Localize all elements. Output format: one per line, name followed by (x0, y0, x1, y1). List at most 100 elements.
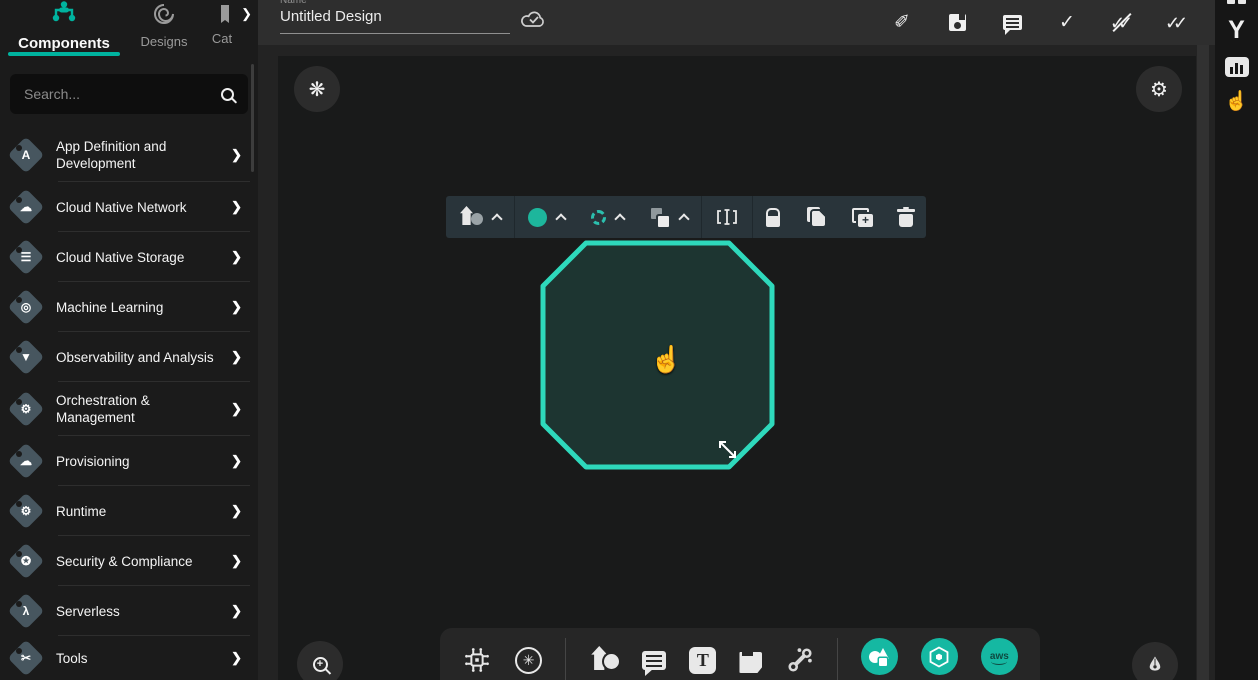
remove-done-button[interactable]: ✓✓ (1110, 11, 1134, 35)
category-cloud-native-network[interactable]: ☁ Cloud Native Network ❯ (0, 182, 258, 232)
comment-icon (1003, 15, 1022, 30)
tab-designs-label: Designs (141, 34, 188, 49)
designs-icon (152, 2, 176, 31)
rename-icon (715, 208, 739, 226)
chevron-right-icon: ❯ (231, 401, 242, 417)
category-runtime[interactable]: ⚙ Runtime ❯ (0, 486, 258, 536)
stroke-style-dropdown[interactable] (578, 196, 637, 238)
edge-tool-button[interactable] (786, 638, 814, 680)
shapes-button[interactable] (589, 638, 619, 680)
touch-interaction-icon[interactable]: ☝ (1225, 89, 1249, 113)
category-orchestration[interactable]: ⚙ Orchestration & Management ❯ (0, 382, 258, 436)
category-provisioning[interactable]: ☁ Provisioning ❯ (0, 436, 258, 486)
sticky-note-icon (739, 652, 762, 673)
lock-button[interactable] (753, 196, 793, 238)
category-observability[interactable]: ▼ Observability and Analysis ❯ (0, 332, 258, 382)
validate-button[interactable]: ✓ (1055, 11, 1079, 35)
category-security[interactable]: ✪ Security & Compliance ❯ (0, 536, 258, 586)
text-tool-button[interactable]: T (689, 638, 716, 680)
category-machine-learning[interactable]: ◎ Machine Learning ❯ (0, 282, 258, 332)
design-actions: ✐ ✓ ✓✓ ✓✓ (890, 0, 1189, 45)
category-serverless[interactable]: λ Serverless ❯ (0, 586, 258, 636)
canvas-settings-button[interactable]: ⚙ (1136, 66, 1182, 112)
arrange-dropdown[interactable] (637, 196, 701, 238)
category-cloud-native-storage[interactable]: ☰ Cloud Native Storage ❯ (0, 232, 258, 282)
chevron-right-icon: ❯ (231, 199, 242, 215)
shape-picker-dropdown[interactable] (446, 196, 514, 238)
tabs-scroll-right-icon[interactable]: ❯ (241, 6, 252, 22)
done-all-icon: ✓✓ (1165, 13, 1189, 33)
dock-divider (837, 638, 838, 680)
hexagon-models-button[interactable] (921, 638, 958, 675)
runtime-tag-icon: ⚙ (8, 493, 44, 529)
comment-button[interactable] (1000, 11, 1024, 35)
comment-tool-button[interactable] (642, 638, 666, 680)
resize-handle[interactable] (716, 438, 740, 467)
trash-icon (899, 214, 913, 227)
note-tool-button[interactable] (739, 638, 762, 680)
search-icon[interactable] (221, 88, 234, 101)
component-node-button[interactable] (462, 638, 492, 680)
aws-button[interactable]: aws (981, 638, 1018, 675)
category-tools[interactable]: ✂ Tools ❯ (0, 636, 258, 680)
pen-tool-button[interactable] (1132, 642, 1178, 680)
rename-button[interactable] (702, 196, 752, 238)
vertical-scrollbar[interactable] (1197, 45, 1209, 680)
tab-catalog-label: Cat (212, 31, 232, 46)
kubernetes-button[interactable]: ✳ (515, 638, 542, 680)
category-label: Observability and Analysis (56, 349, 231, 366)
pen-nib-icon (1145, 655, 1165, 675)
tab-catalog[interactable]: Cat (200, 0, 244, 46)
category-label: Provisioning (56, 453, 231, 470)
lock-icon (766, 216, 780, 227)
copy-icon (806, 207, 826, 227)
merge-y-icon[interactable]: Y (1228, 16, 1245, 45)
tab-components-label: Components (18, 35, 110, 52)
dock-divider (565, 638, 566, 680)
remove-done-icon: ✓✓ (1110, 13, 1134, 33)
sidebar-scrollbar[interactable] (251, 64, 254, 172)
duplicate-button[interactable]: + (839, 196, 886, 238)
snowflake-icon: ❋ (309, 77, 326, 102)
chevron-right-icon: ❯ (231, 299, 242, 315)
design-canvas[interactable]: ❋ ⚙ ☝ (278, 56, 1196, 680)
gear-icon: ⚙ (1150, 77, 1168, 102)
duplicate-plus-icon: + (852, 208, 873, 227)
category-list: A App Definition and Development ❯ ☁ Clo… (0, 128, 258, 680)
done-all-button[interactable]: ✓✓ (1165, 11, 1189, 35)
component-search (10, 74, 248, 114)
chevron-up-icon (678, 213, 689, 224)
right-toolbar: Y ☝ (1215, 0, 1258, 680)
freeze-layout-button[interactable]: ❋ (294, 66, 340, 112)
chevron-right-icon: ❯ (231, 453, 242, 469)
delete-button[interactable] (886, 196, 926, 238)
tab-designs[interactable]: Designs (128, 0, 200, 49)
chevron-right-icon: ❯ (231, 249, 242, 265)
tab-components[interactable]: Components (0, 0, 128, 52)
chart-panel-icon[interactable] (1225, 57, 1249, 77)
meshery-shapes-icon (869, 648, 889, 666)
components-icon (49, 0, 79, 29)
category-label: Orchestration & Management (56, 392, 231, 426)
edit-button[interactable]: ✐ (890, 11, 914, 35)
kubernetes-icon: ✳ (515, 647, 542, 674)
meshery-shapes-button[interactable] (861, 638, 898, 675)
copy-button[interactable] (793, 196, 839, 238)
save-icon (949, 14, 966, 31)
aws-smile-arc (991, 658, 1007, 665)
category-label: Cloud Native Storage (56, 249, 231, 266)
app-definition-tag-icon: A (8, 137, 44, 173)
zoom-in-button[interactable]: + (297, 641, 343, 680)
dashboard-icon[interactable] (1227, 0, 1246, 4)
network-tag-icon: ☁ (8, 189, 44, 225)
design-name-input[interactable] (280, 8, 510, 34)
category-app-definition[interactable]: A App Definition and Development ❯ (0, 128, 258, 182)
search-input[interactable] (24, 86, 221, 102)
save-button[interactable] (945, 11, 969, 35)
chevron-up-icon (555, 213, 566, 224)
shapes-icon (459, 206, 483, 228)
fill-color-dropdown[interactable] (515, 196, 578, 238)
shapes-icon (589, 646, 619, 674)
serverless-tag-icon: λ (8, 593, 44, 629)
category-label: Runtime (56, 503, 231, 520)
